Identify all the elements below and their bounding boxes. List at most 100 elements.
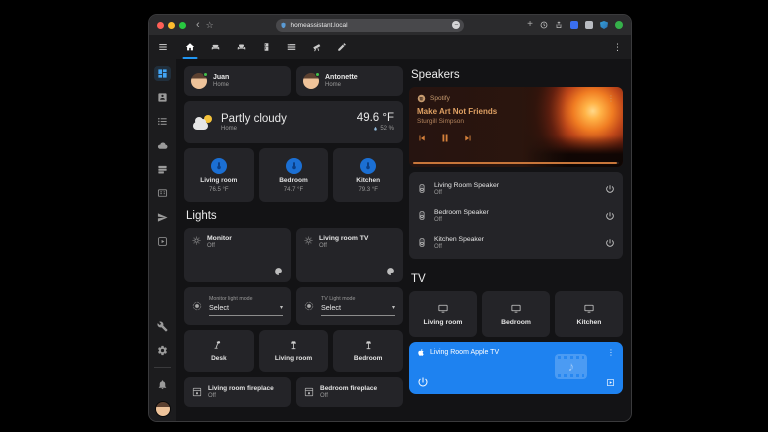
- extension-icon-green[interactable]: [615, 21, 623, 29]
- minimize-window-button[interactable]: [168, 22, 175, 29]
- spotify-icon: [417, 94, 426, 103]
- speaker-row-bedroom[interactable]: Bedroom Speaker Off: [417, 202, 615, 229]
- tv-card-bedroom[interactable]: Bedroom: [482, 291, 550, 337]
- temp-card-kitchen[interactable]: Kitchen 79.3 °F: [333, 148, 403, 202]
- address-bar[interactable]: homeassistant.local –: [276, 19, 464, 32]
- light-state: Off: [207, 243, 232, 249]
- sidebar-item-media[interactable]: [154, 234, 171, 249]
- send-icon: [157, 212, 168, 223]
- apple-tv-card[interactable]: Living Room Apple TV ⋮ ♪: [409, 342, 623, 394]
- sidebar-item-cloud[interactable]: [154, 138, 171, 153]
- apple-tv-kebab-icon[interactable]: ⋮: [607, 348, 615, 357]
- next-track-button[interactable]: [463, 133, 473, 143]
- media-kebab-icon[interactable]: ⋮: [607, 94, 615, 103]
- wrench-icon: [157, 321, 168, 332]
- apple-tv-browse-media-button[interactable]: [606, 378, 615, 387]
- previous-track-button[interactable]: [417, 133, 427, 143]
- tv-card-kitchen[interactable]: Kitchen: [555, 291, 623, 337]
- fireplace-card-bedroom[interactable]: Bedroom fireplace Off: [296, 377, 403, 407]
- person-name: Juan: [213, 74, 229, 81]
- media-progress-fill: [413, 162, 617, 164]
- person-card-antonette[interactable]: Antonette Home: [296, 66, 403, 96]
- tv-room-name: Kitchen: [577, 319, 602, 326]
- cloud-icon: [157, 140, 168, 151]
- fireplace-icon: [304, 387, 314, 397]
- select-input[interactable]: Select ▾: [209, 303, 283, 312]
- tab-telescope[interactable]: [312, 35, 322, 59]
- sidebar-item-people[interactable]: [154, 90, 171, 105]
- extension-icon-blue[interactable]: [570, 21, 578, 29]
- extension-icon-shield[interactable]: [600, 21, 608, 29]
- temp-value: 74.7 °F: [284, 187, 303, 193]
- tab-living-room[interactable]: [210, 35, 221, 59]
- select-input[interactable]: Select ▾: [321, 303, 395, 312]
- sidebar-item-settings[interactable]: [154, 343, 171, 358]
- power-toggle-button[interactable]: [605, 211, 615, 221]
- sidebar-item-news[interactable]: [154, 162, 171, 177]
- temp-room: Bedroom: [279, 177, 308, 184]
- history-icon[interactable]: [540, 21, 548, 29]
- extension-icon-gray[interactable]: [585, 21, 593, 29]
- person-status: Home: [213, 82, 229, 88]
- humidity-drop-icon: [373, 126, 378, 132]
- network-rows-icon: [286, 42, 297, 52]
- permissions-icon[interactable]: –: [452, 21, 460, 29]
- user-profile-avatar[interactable]: [155, 401, 171, 417]
- pause-button[interactable]: [439, 132, 451, 144]
- tab-bedroom[interactable]: [236, 35, 247, 59]
- weather-humidity: 52 %: [380, 126, 394, 132]
- close-window-button[interactable]: [157, 22, 164, 29]
- speaker-name: Kitchen Speaker: [434, 236, 484, 243]
- light-card-desk[interactable]: Desk: [184, 330, 254, 372]
- notifications-button[interactable]: [154, 377, 171, 392]
- spotify-media-player-card[interactable]: Spotify ⋮ Make Art Not Friends Sturgill …: [409, 87, 623, 167]
- light-state: Off: [319, 243, 368, 249]
- tab-network[interactable]: [286, 35, 297, 59]
- light-name: Living room: [275, 355, 312, 362]
- apple-icon: [417, 348, 425, 357]
- weather-temperature: 49.6 °F: [357, 112, 394, 124]
- temp-card-bedroom[interactable]: Bedroom 74.7 °F: [259, 148, 329, 202]
- light-card-monitor[interactable]: Monitor Off: [184, 228, 291, 282]
- apple-tv-power-button[interactable]: [417, 376, 429, 388]
- tab-edit[interactable]: [337, 35, 347, 59]
- zoom-window-button[interactable]: [179, 22, 186, 29]
- fireplace-card-living-room[interactable]: Living room fireplace Off: [184, 377, 291, 407]
- sidebar-item-automations[interactable]: [154, 210, 171, 225]
- sidebar-item-developer-tools[interactable]: [154, 319, 171, 334]
- loveseat-icon: [236, 42, 247, 52]
- sidebar-menu-button[interactable]: [149, 42, 176, 52]
- tab-home[interactable]: [185, 35, 195, 59]
- tv-card-living-room[interactable]: Living room: [409, 291, 477, 337]
- list-icon: [157, 116, 168, 127]
- power-toggle-button[interactable]: [605, 184, 615, 194]
- color-palette-icon[interactable]: [274, 267, 283, 276]
- speaker-row-living-room[interactable]: Living Room Speaker Off: [417, 175, 615, 202]
- speaker-name: Living Room Speaker: [434, 182, 499, 189]
- speaker-icon: [417, 183, 427, 194]
- media-progress-bar[interactable]: [413, 162, 619, 164]
- color-palette-icon[interactable]: [386, 267, 395, 276]
- tab-appliances[interactable]: [262, 35, 271, 59]
- bookmark-star-icon[interactable]: ☆: [206, 21, 214, 30]
- light-card-bedroom[interactable]: Bedroom: [333, 330, 403, 372]
- overflow-menu-icon[interactable]: ⋮: [613, 42, 622, 53]
- speaker-row-kitchen[interactable]: Kitchen Speaker Off: [417, 229, 615, 256]
- share-icon[interactable]: [555, 21, 563, 29]
- sidebar-item-logbook[interactable]: [154, 114, 171, 129]
- sidebar-item-dashboard[interactable]: [154, 66, 171, 81]
- temp-card-living-room[interactable]: Living room 76.5 °F: [184, 148, 254, 202]
- light-name: Desk: [211, 355, 227, 362]
- person-card-juan[interactable]: Juan Home: [184, 66, 291, 96]
- light-card-living-room-tv[interactable]: Living room TV Off: [296, 228, 403, 282]
- partly-cloudy-icon: [193, 115, 213, 130]
- weather-card[interactable]: Partly cloudy Home 49.6 °F 52 %: [184, 101, 403, 143]
- sidebar-item-devices[interactable]: [154, 186, 171, 201]
- fireplace-state: Off: [320, 393, 377, 399]
- avatar: [303, 73, 319, 89]
- new-tab-icon[interactable]: +: [527, 20, 533, 30]
- power-toggle-button[interactable]: [605, 238, 615, 248]
- light-card-living-room[interactable]: Living room: [259, 330, 329, 372]
- hamburger-icon: [158, 42, 168, 52]
- back-icon[interactable]: ‹: [196, 20, 200, 31]
